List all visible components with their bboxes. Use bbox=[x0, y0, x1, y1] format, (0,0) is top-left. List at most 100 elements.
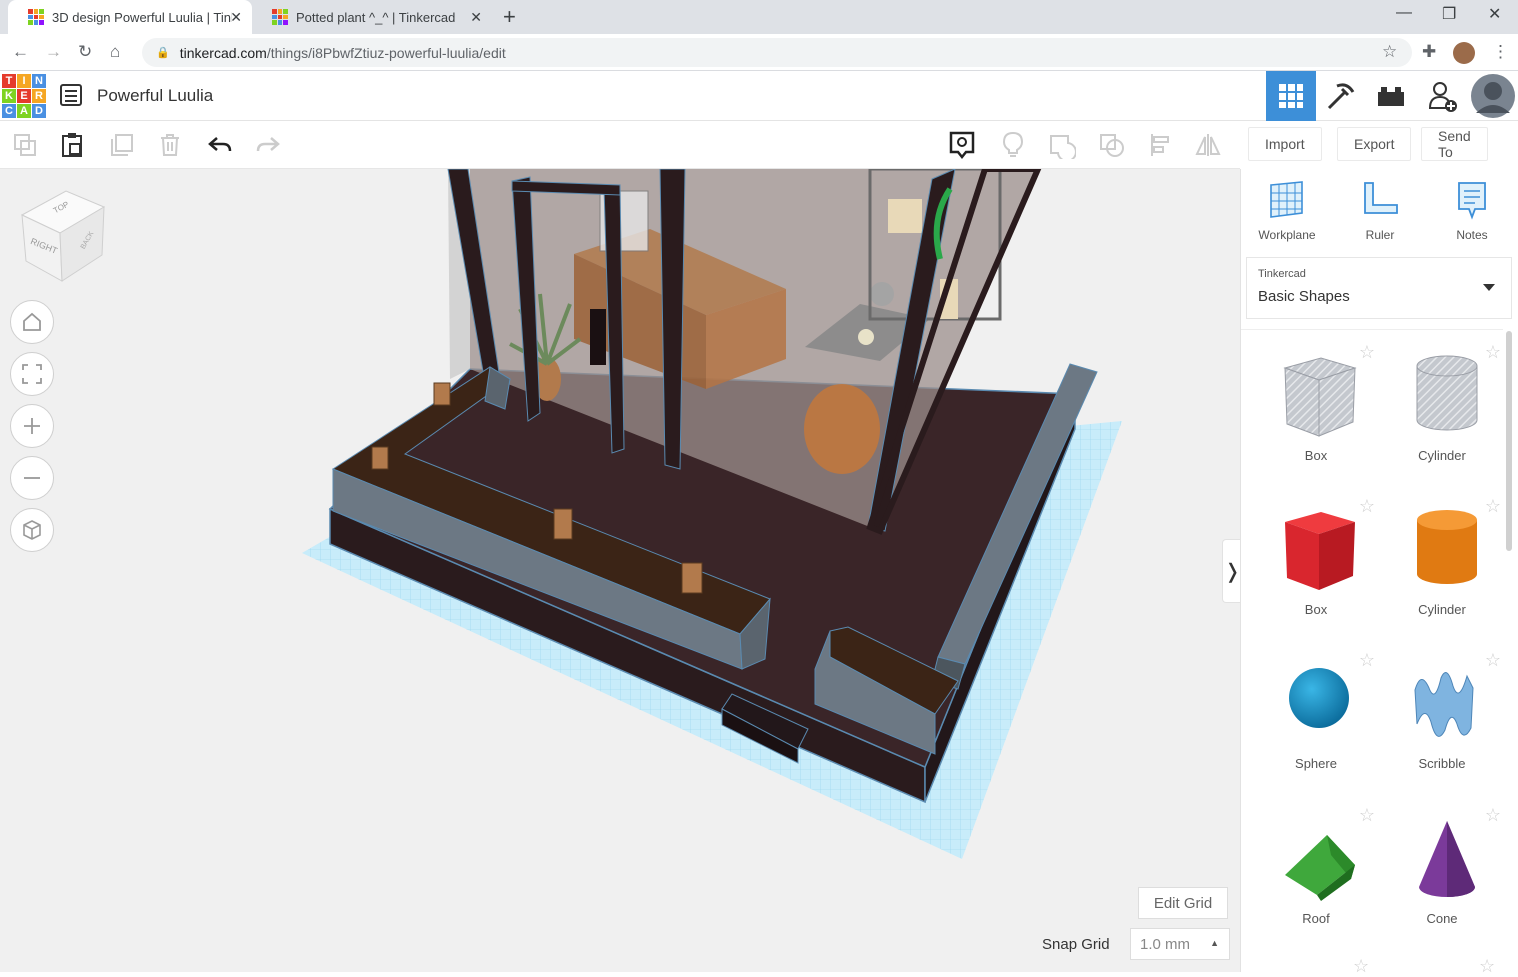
forward-arrow-icon[interactable]: → bbox=[45, 42, 62, 62]
profile-avatar-icon[interactable] bbox=[1453, 42, 1475, 64]
close-tab-icon[interactable]: ✕ bbox=[470, 9, 482, 26]
user-avatar[interactable] bbox=[1468, 71, 1518, 121]
import-button[interactable]: Import bbox=[1248, 127, 1322, 161]
snap-grid-select[interactable]: 1.0 mm ▲ bbox=[1130, 928, 1230, 960]
shape-cone[interactable]: ☆ Cone bbox=[1379, 793, 1505, 943]
tinkercad-logo[interactable]: T I N K E R C A D bbox=[2, 74, 46, 118]
workplane-tool[interactable]: Workplane bbox=[1247, 181, 1327, 242]
duplicate-button[interactable] bbox=[108, 131, 136, 159]
home-icon[interactable]: ⌂ bbox=[110, 42, 120, 62]
favorite-star-icon[interactable]: ☆ bbox=[1485, 805, 1501, 826]
group-button[interactable] bbox=[1048, 131, 1076, 159]
duplicate-icon bbox=[111, 134, 133, 156]
3d-view-grid-button[interactable] bbox=[1266, 71, 1316, 121]
scene-canvas[interactable] bbox=[0, 169, 1240, 972]
trash-icon bbox=[161, 134, 179, 156]
invite-user-button[interactable] bbox=[1418, 71, 1468, 121]
favorite-star-icon[interactable]: ☆ bbox=[1359, 650, 1375, 671]
browser-menu-icon[interactable]: ⋮ bbox=[1492, 42, 1509, 62]
copy-icon bbox=[14, 134, 36, 156]
shape-box-red[interactable]: ☆ Box bbox=[1253, 484, 1379, 634]
view-cube[interactable]: TOP RIGHT BACK bbox=[20, 189, 110, 290]
back-arrow-icon[interactable]: ← bbox=[12, 42, 29, 62]
favorite-star-icon[interactable]: ☆ bbox=[1359, 342, 1375, 363]
blocks-pickaxe-button[interactable] bbox=[1316, 71, 1366, 121]
window-close-icon[interactable]: ✕ bbox=[1488, 4, 1501, 24]
home-view-button[interactable] bbox=[10, 300, 54, 344]
shape-sphere[interactable]: ☆ Sphere bbox=[1253, 638, 1379, 788]
ungroup-button[interactable] bbox=[1098, 131, 1126, 159]
hint-button[interactable] bbox=[999, 131, 1027, 159]
reload-icon[interactable]: ↻ bbox=[78, 42, 92, 62]
ungroup-icon bbox=[1100, 134, 1124, 157]
fit-view-button[interactable] bbox=[10, 352, 54, 396]
send-to-button[interactable]: Send To bbox=[1421, 127, 1488, 161]
browser-tab[interactable]: Potted plant ^_^ | Tinkercad ✕ bbox=[252, 0, 492, 34]
extensions-puzzle-icon[interactable]: ✚ bbox=[1422, 42, 1436, 62]
lock-icon: 🔒 bbox=[156, 47, 170, 59]
shape-cylinder-orange[interactable]: ☆ Cylinder bbox=[1379, 484, 1505, 634]
undo-icon bbox=[208, 137, 232, 152]
perspective-toggle-button[interactable] bbox=[10, 508, 54, 552]
zoom-out-button[interactable] bbox=[10, 456, 54, 500]
logo-letter: K bbox=[2, 89, 16, 103]
bookmark-star-icon[interactable]: ☆ bbox=[1382, 42, 1397, 62]
caret-down-icon bbox=[1483, 284, 1495, 291]
logo-letter: A bbox=[17, 104, 31, 118]
zoom-in-button[interactable] bbox=[10, 404, 54, 448]
design-list-icon[interactable] bbox=[60, 84, 82, 106]
show-all-button[interactable] bbox=[948, 131, 976, 160]
favorite-star-icon[interactable]: ☆ bbox=[1485, 496, 1501, 517]
bricks-button[interactable] bbox=[1366, 71, 1416, 121]
globe bbox=[870, 282, 894, 306]
favorite-star-icon[interactable]: ☆ bbox=[1359, 496, 1375, 517]
mug bbox=[858, 329, 874, 345]
minimize-icon[interactable]: — bbox=[1396, 4, 1412, 22]
delete-button[interactable] bbox=[156, 131, 184, 159]
shape-roof[interactable]: ☆ Roof bbox=[1253, 793, 1379, 943]
ruler-tool[interactable]: Ruler bbox=[1340, 181, 1420, 242]
close-tab-icon[interactable]: ✕ bbox=[230, 9, 242, 26]
clipboard-icon bbox=[62, 133, 82, 157]
shape-box-gray[interactable]: ☆ Box bbox=[1253, 330, 1379, 480]
undo-button[interactable] bbox=[206, 131, 234, 159]
align-button[interactable] bbox=[1147, 131, 1175, 159]
shape-scribble[interactable]: ☆ Scribble bbox=[1379, 638, 1505, 788]
paste-button[interactable] bbox=[58, 131, 86, 159]
url-field[interactable]: 🔒 tinkercad.com/things/i8PbwfZtiuz-power… bbox=[142, 38, 1412, 67]
door-handle bbox=[590, 309, 606, 365]
redo-button[interactable] bbox=[254, 131, 282, 159]
favorite-star-icon[interactable]: ☆ bbox=[1485, 650, 1501, 671]
design-title[interactable]: Powerful Luulia bbox=[97, 86, 213, 106]
copy-button[interactable] bbox=[11, 131, 39, 159]
notes-tool[interactable]: Notes bbox=[1432, 181, 1512, 242]
workplane-icon bbox=[1270, 181, 1303, 218]
export-button[interactable]: Export bbox=[1337, 127, 1412, 161]
favorite-star-icon[interactable]: ☆ bbox=[1485, 342, 1501, 363]
tinkercad-favicon-icon bbox=[272, 9, 288, 25]
browser-tab-active[interactable]: 3D design Powerful Luulia | Tinke ✕ bbox=[8, 0, 252, 34]
logo-letter: R bbox=[32, 89, 46, 103]
favorite-star-icon[interactable]: ☆ bbox=[1479, 956, 1495, 977]
mirror-button[interactable] bbox=[1194, 131, 1222, 159]
browser-tab-strip: 3D design Powerful Luulia | Tinke ✕ Pott… bbox=[0, 0, 1518, 34]
workplane-label: Workplane bbox=[1258, 228, 1316, 242]
scribble-icon bbox=[1414, 672, 1474, 737]
align-icon bbox=[1151, 134, 1169, 156]
edit-toolbar: Import Export Send To bbox=[0, 121, 1488, 169]
favorite-star-icon[interactable]: ☆ bbox=[1359, 805, 1375, 826]
shape-library-select[interactable]: Tinkercad Basic Shapes bbox=[1246, 257, 1512, 319]
group-icon bbox=[1050, 135, 1076, 159]
notes-icon bbox=[1458, 182, 1486, 220]
3d-viewport[interactable]: TOP RIGHT BACK Edit Grid Snap Grid 1.0 m… bbox=[0, 169, 1240, 972]
edit-grid-button[interactable]: Edit Grid bbox=[1138, 887, 1228, 919]
books bbox=[888, 199, 922, 233]
logo-letter: T bbox=[2, 74, 16, 88]
panel-scrollbar[interactable] bbox=[1506, 331, 1512, 551]
shape-cylinder-gray[interactable]: ☆ Cylinder bbox=[1379, 330, 1505, 480]
favorite-star-icon[interactable]: ☆ bbox=[1353, 956, 1369, 977]
maximize-icon[interactable]: ❐ bbox=[1442, 4, 1456, 24]
collapse-panel-button[interactable]: ❭ bbox=[1222, 539, 1240, 603]
new-tab-plus-icon[interactable]: + bbox=[503, 4, 516, 30]
ruler-icon bbox=[1364, 182, 1398, 214]
